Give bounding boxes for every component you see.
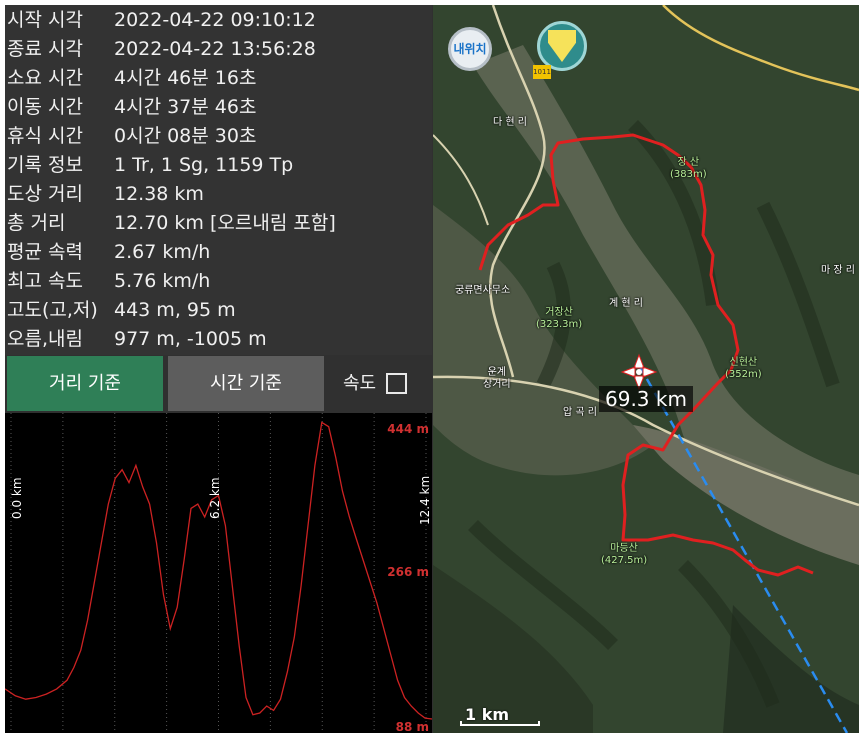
- x-tick-label: 12.4 km: [418, 476, 432, 525]
- stat-label: 종료 시각: [7, 38, 83, 60]
- stat-value: 12.70 km [오르내림 포함]: [114, 212, 336, 234]
- stat-value: 2022-04-22 09:10:12: [114, 9, 316, 31]
- peak-label: 신현산 (352m): [725, 357, 762, 380]
- map-view[interactable]: 내위치 1011 다 현 리 궁류면사무소 계 현 리 마 장 리 압 곡 리 …: [433, 5, 859, 733]
- place-label: 압 곡 리: [563, 407, 597, 418]
- stat-label: 도상 거리: [7, 183, 83, 205]
- place-label: 다 현 리: [493, 117, 527, 128]
- distance-to-start-label: 69.3 km: [599, 386, 693, 412]
- my-location-button[interactable]: 내위치: [448, 27, 492, 71]
- stat-max-speed: 최고 속도 5.76 km/h: [5, 267, 432, 296]
- time-basis-button[interactable]: 시간 기준: [168, 356, 324, 411]
- stat-label: 총 거리: [7, 212, 66, 234]
- app-frame: 시작 시각 2022-04-22 09:10:12 종료 시각 2022-04-22…: [5, 5, 859, 733]
- stat-value: 5.76 km/h: [114, 270, 211, 292]
- place-label: 운계 상거리: [483, 367, 511, 390]
- stat-value: 2.67 km/h: [114, 241, 211, 263]
- stat-value: 977 m, -1005 m: [114, 328, 267, 350]
- speed-checkbox[interactable]: [386, 373, 407, 394]
- distance-basis-button[interactable]: 거리 기준: [7, 356, 163, 411]
- stat-map-distance: 도상 거리 12.38 km: [5, 180, 432, 209]
- stat-value: 0시간 08분 30초: [114, 125, 257, 147]
- stat-value: 1 Tr, 1 Sg, 1159 Tp: [114, 154, 294, 176]
- stat-label: 최고 속도: [7, 270, 83, 292]
- stat-total-distance: 총 거리 12.70 km [오르내림 포함]: [5, 209, 432, 238]
- stat-value: 2022-04-22 13:56:28: [114, 38, 316, 60]
- stat-record-info: 기록 정보 1 Tr, 1 Sg, 1159 Tp: [5, 151, 432, 180]
- stat-altitude: 고도(고,저) 443 m, 95 m: [5, 296, 432, 325]
- stat-label: 시작 시각: [7, 9, 83, 31]
- stat-rest-time: 휴식 시간 0시간 08분 30초: [5, 122, 432, 151]
- stat-label: 휴식 시간: [7, 125, 83, 147]
- stat-label: 오름,내림: [7, 328, 83, 350]
- stat-elapsed-time: 소요 시간 4시간 46분 16초: [5, 64, 432, 93]
- stat-moving-time: 이동 시간 4시간 37분 46초: [5, 93, 432, 122]
- map-scale-bar: [460, 721, 540, 726]
- peak-label: 거장산 (323.3m): [536, 307, 583, 330]
- place-label: 계 현 리: [609, 298, 643, 309]
- speed-toggle[interactable]: 속도: [327, 356, 432, 411]
- stat-value: 4시간 46분 16초: [114, 67, 257, 89]
- stat-start-time: 시작 시각 2022-04-22 09:10:12: [5, 6, 432, 35]
- stat-end-time: 종료 시각 2022-04-22 13:56:28: [5, 35, 432, 64]
- stat-value: 443 m, 95 m: [114, 299, 236, 321]
- gps-direction-button[interactable]: [537, 21, 587, 71]
- x-tick-label: 0.0 km: [10, 477, 24, 519]
- stat-label: 고도(고,저): [7, 299, 98, 321]
- stat-ascent-descent: 오름,내림 977 m, -1005 m: [5, 325, 432, 354]
- stats-panel: 시작 시각 2022-04-22 09:10:12 종료 시각 2022-04-22…: [5, 5, 432, 355]
- route-number-badge: 1011: [533, 65, 551, 79]
- elevation-chart: 0.0 km 6.2 km 12.4 km 444 m 266 m 88 m: [5, 413, 432, 733]
- direction-cone-icon: [548, 30, 576, 62]
- y-tick-label: 444 m: [387, 422, 429, 436]
- x-tick-label: 6.2 km: [208, 477, 222, 519]
- peak-label: 마등산 (427.5m): [601, 543, 648, 566]
- stat-value: 4시간 37분 46초: [114, 96, 257, 118]
- stat-label: 평균 속력: [7, 241, 83, 263]
- y-tick-label: 88 m: [396, 720, 429, 733]
- stat-label: 이동 시간: [7, 96, 83, 118]
- stat-label: 소요 시간: [7, 67, 83, 89]
- speed-label: 속도: [343, 373, 377, 394]
- stat-label: 기록 정보: [7, 154, 83, 176]
- stat-value: 12.38 km: [114, 183, 204, 205]
- place-label: 궁류면사무소: [455, 285, 511, 296]
- peak-label: 장 산 (383m): [670, 157, 707, 180]
- elevation-chart-svg: 0.0 km 6.2 km 12.4 km 444 m 266 m 88 m: [5, 413, 432, 733]
- stat-average-speed: 평균 속력 2.67 km/h: [5, 238, 432, 267]
- place-label: 마 장 리: [821, 265, 855, 276]
- y-tick-label: 266 m: [387, 565, 429, 579]
- elevation-line: [5, 421, 432, 720]
